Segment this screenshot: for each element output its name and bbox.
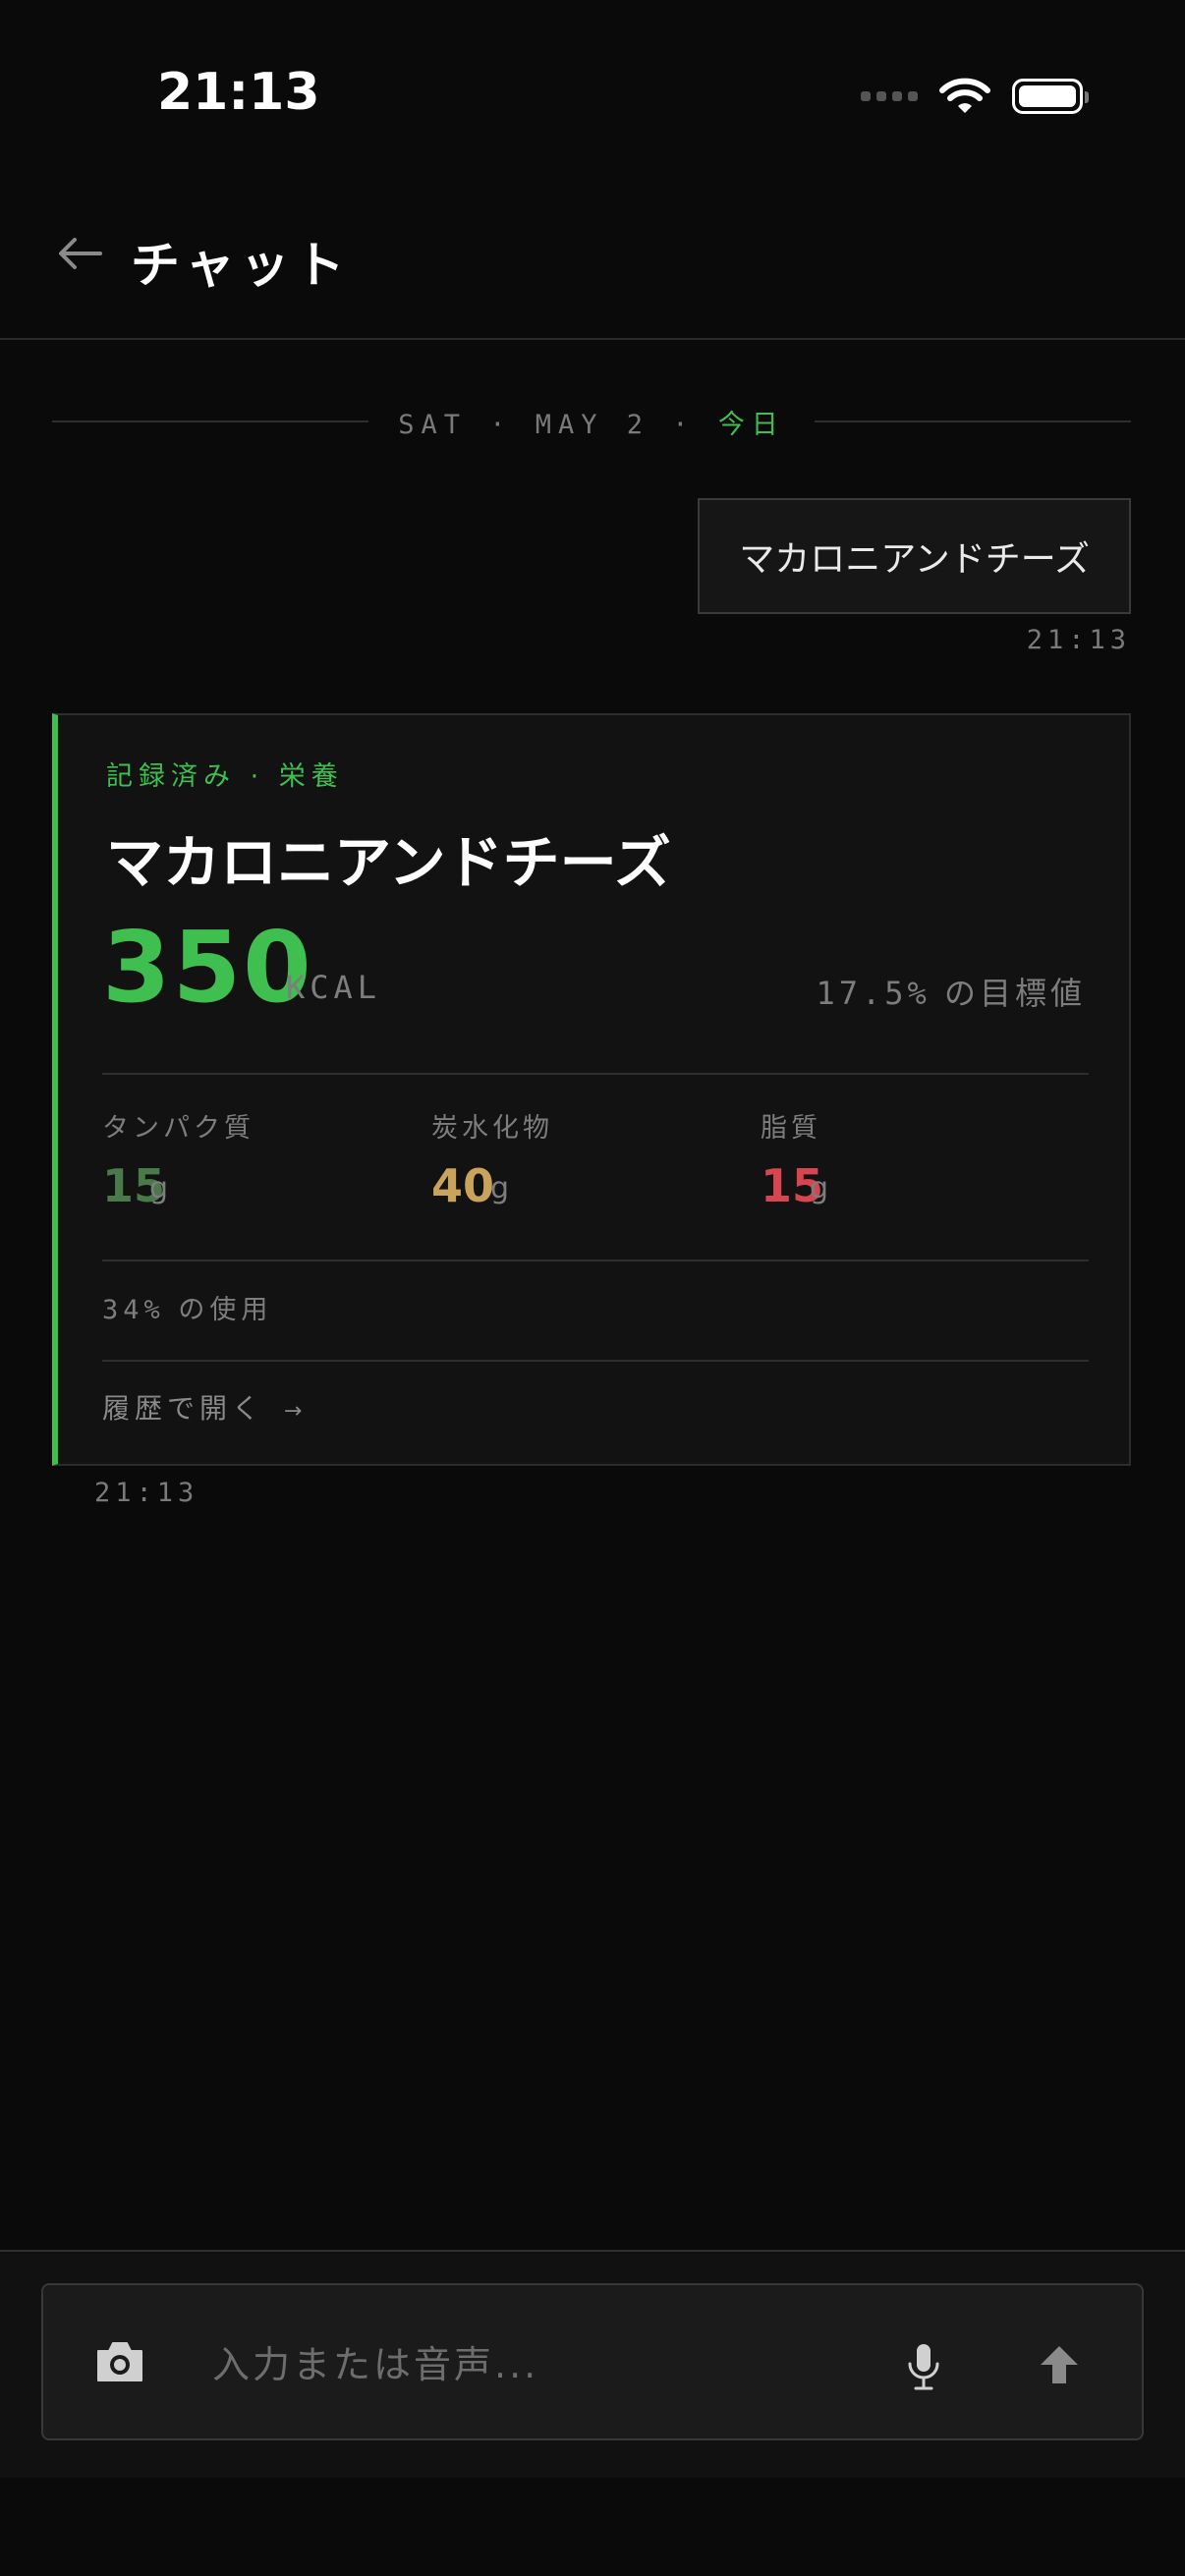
arrow-right-icon: →	[283, 1399, 308, 1424]
header-divider	[0, 338, 1185, 340]
card-tag-category: 栄養	[278, 761, 344, 792]
macro-fat: 脂質 15 g	[761, 1106, 1075, 1212]
goal-percent-label: の目標値	[943, 975, 1086, 1012]
date-label: SAT · MAY 2 · 今日	[398, 409, 785, 440]
separator-line-right	[814, 420, 1131, 422]
macro-unit: g	[490, 1171, 510, 1205]
user-message-bubble[interactable]: マカロニアンドチーズ	[698, 498, 1131, 614]
macro-label: 炭水化物	[431, 1113, 553, 1144]
arrow-up-icon	[1041, 2346, 1078, 2383]
page-title: チャット	[131, 237, 351, 294]
card-tag: 記録済み · 栄養	[106, 761, 344, 792]
user-message-time: 21:13	[1026, 625, 1131, 655]
send-button[interactable]	[1035, 2340, 1084, 2389]
macro-value: 40	[431, 1159, 495, 1212]
chat-header: チャット	[0, 196, 1185, 340]
open-history-label: 履歴で開く	[102, 1392, 265, 1425]
composer-area: 入力または音声...	[0, 2250, 1185, 2478]
open-in-history-link[interactable]: 履歴で開く →	[102, 1387, 307, 1427]
card-divider	[102, 1073, 1089, 1075]
macro-protein: タンパク質 15 g	[102, 1106, 417, 1212]
microphone-button[interactable]	[906, 2342, 941, 2391]
macro-label: タンパク質	[102, 1113, 254, 1144]
back-button[interactable]	[57, 234, 104, 273]
date-day: SAT	[398, 409, 467, 440]
usage-label: の使用	[178, 1295, 273, 1325]
camera-icon	[97, 2342, 142, 2381]
date-date: MAY 2	[535, 409, 650, 440]
kcal-value: 350	[102, 910, 313, 1025]
wifi-icon	[939, 78, 990, 113]
status-icons	[861, 71, 1089, 122]
usage-percent: 34%	[102, 1295, 165, 1325]
card-divider	[102, 1260, 1089, 1261]
message-input[interactable]: 入力または音声...	[212, 2334, 538, 2388]
battery-icon	[1012, 79, 1089, 114]
kcal-unit: KCAL	[286, 969, 382, 1006]
goal-percent-value: 17.5%	[816, 975, 931, 1012]
arrow-left-icon	[59, 238, 102, 269]
macro-unit: g	[149, 1171, 169, 1205]
composer-box: 入力または音声...	[41, 2283, 1144, 2440]
cellular-signal-icon	[861, 91, 918, 101]
card-divider	[102, 1360, 1089, 1362]
card-message-time: 21:13	[94, 1478, 199, 1508]
status-time: 21:13	[157, 63, 320, 122]
food-title: マカロニアンドチーズ	[106, 829, 671, 896]
camera-button[interactable]	[94, 2339, 145, 2384]
goal-percentage: 17.5% の目標値	[816, 969, 1086, 1014]
date-today: 今日	[717, 409, 785, 440]
macro-unit: g	[810, 1171, 829, 1205]
macro-carbs: 炭水化物 40 g	[431, 1106, 746, 1212]
nutrition-log-card[interactable]: 記録済み · 栄養 マカロニアンドチーズ 350 KCAL 17.5% の目標値…	[52, 713, 1131, 1466]
separator-line-left	[52, 420, 369, 422]
macro-label: 脂質	[761, 1113, 821, 1144]
date-separator: SAT · MAY 2 · 今日	[52, 399, 1131, 444]
usage-text: 34% の使用	[102, 1288, 272, 1326]
card-tag-status: 記録済み	[106, 761, 236, 792]
microphone-icon	[908, 2344, 939, 2390]
